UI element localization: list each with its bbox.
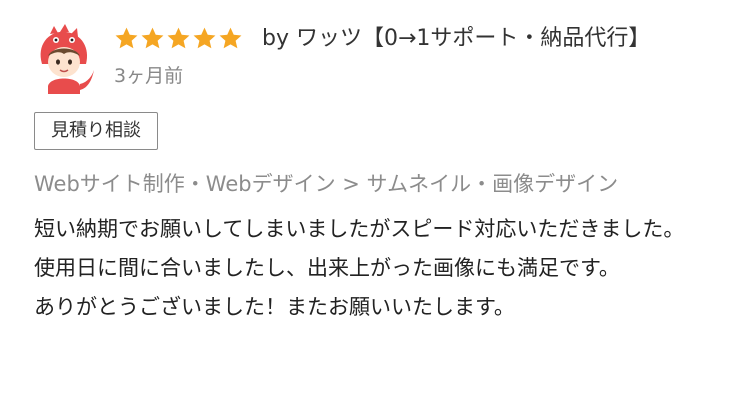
reviewer-avatar[interactable] xyxy=(28,24,98,94)
dinosaur-avatar-icon xyxy=(40,24,94,94)
star-icon xyxy=(219,27,242,49)
review-body-line: 使用日に間に合いましたし、出来上がった画像にも満足です。 xyxy=(34,256,620,280)
star-icon xyxy=(141,27,164,49)
reviewer-byline[interactable]: by ワッツ【0→1サポート・納品代行】 xyxy=(262,24,650,54)
star-icon xyxy=(115,27,138,49)
rating-stars xyxy=(114,26,243,56)
reviewer-prefix: by xyxy=(262,26,289,51)
estimate-badge: 見積り相談 xyxy=(34,112,158,150)
review-body-line: ありがとうございました！またお願いいたします。 xyxy=(34,295,515,319)
star-icon xyxy=(167,27,190,49)
review-card: by ワッツ【0→1サポート・納品代行】 3ヶ月前 見積り相談 Webサイト制作… xyxy=(0,0,750,403)
category-breadcrumb[interactable]: Webサイト制作・Webデザイン > サムネイル・画像デザイン xyxy=(34,168,618,200)
star-icon xyxy=(193,27,216,49)
review-body: 短い納期でお願いしてしまいましたがスピード対応いただきました。 使用日に間に合い… xyxy=(34,210,724,327)
review-date: 3ヶ月前 xyxy=(114,65,184,87)
review-body-line: 短い納期でお願いしてしまいましたがスピード対応いただきました。 xyxy=(34,217,685,241)
reviewer-name[interactable]: ワッツ【0→1サポート・納品代行】 xyxy=(296,26,650,51)
